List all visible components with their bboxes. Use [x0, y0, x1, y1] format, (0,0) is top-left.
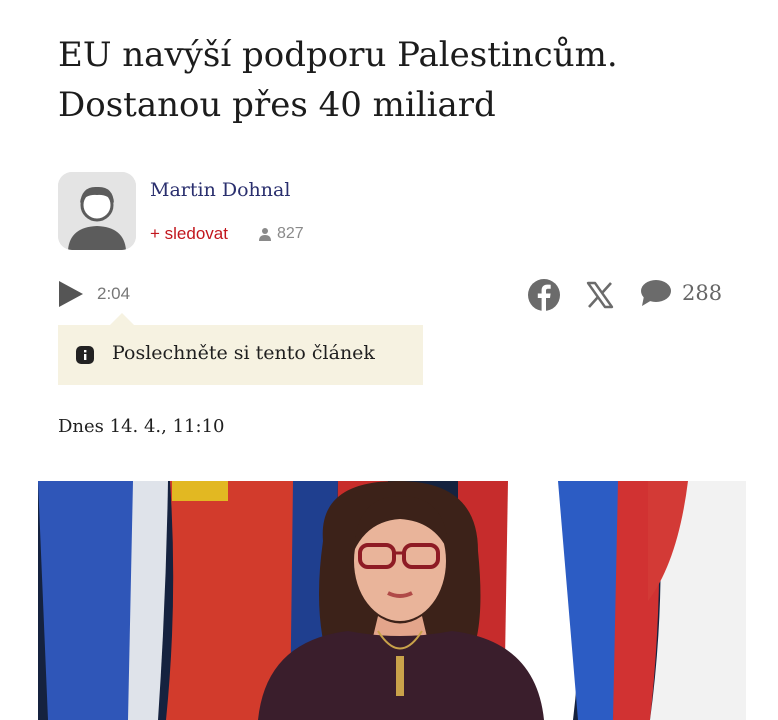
follow-button[interactable]: + sledovat	[150, 224, 228, 244]
tooltip-text: Poslechněte si tento článek	[112, 342, 375, 364]
headline-line-1: EU navýší podporu Palestincům.	[58, 35, 618, 75]
followers-count: 827	[258, 225, 304, 243]
article-photo[interactable]	[38, 481, 746, 720]
author-avatar[interactable]	[58, 172, 136, 250]
audio-duration: 2:04	[97, 284, 131, 303]
comments-count: 288	[682, 281, 723, 305]
follow-label: + sledovat	[150, 224, 228, 243]
person-icon	[259, 228, 271, 241]
info-icon	[76, 346, 94, 364]
x-icon[interactable]	[586, 281, 614, 309]
tooltip-arrow	[110, 313, 134, 325]
comment-icon	[641, 280, 671, 306]
article-headline: EU navýší podporu Palestincům. Dostanou …	[58, 30, 738, 130]
user-silhouette-icon	[58, 172, 136, 250]
play-icon[interactable]	[58, 280, 84, 308]
comments-button[interactable]: 288	[640, 279, 722, 307]
listen-tooltip: Poslechněte si tento článek	[58, 325, 423, 385]
author-name[interactable]: Martin Dohnal	[150, 179, 290, 201]
article-date: Dnes 14. 4., 11:10	[58, 416, 225, 437]
photo-flags-speaker	[38, 481, 746, 720]
headline-line-2: Dostanou přes 40 miliard	[58, 85, 496, 125]
facebook-icon[interactable]	[528, 279, 560, 311]
followers-number: 827	[277, 225, 304, 242]
